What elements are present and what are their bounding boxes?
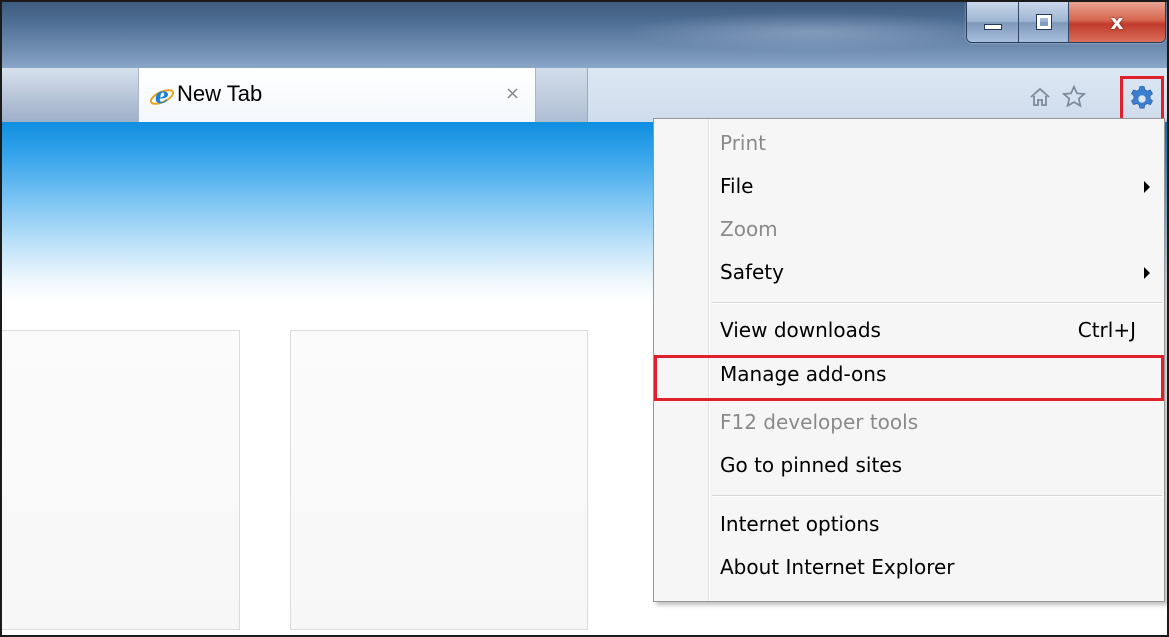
menu-item-label: About Internet Explorer bbox=[720, 555, 955, 579]
close-icon: x bbox=[1110, 10, 1124, 34]
tab-close-icon[interactable]: × bbox=[505, 83, 520, 104]
menu-item-label: Go to pinned sites bbox=[720, 453, 903, 477]
menu-separator bbox=[712, 495, 1162, 497]
menu-item-label: Internet options bbox=[720, 512, 880, 536]
tab-new-tab[interactable]: e New Tab × bbox=[138, 68, 536, 124]
menu-item-about-internet-explorer[interactable]: About Internet Explorer bbox=[654, 549, 1164, 589]
menu-item-go-to-pinned-sites[interactable]: Go to pinned sites bbox=[654, 447, 1164, 487]
menu-item-label: File bbox=[720, 174, 754, 198]
menu-item-print[interactable]: Print bbox=[654, 125, 1164, 165]
tools-menu: Print File Zoom Safety View downloads Ct… bbox=[653, 118, 1165, 602]
home-button[interactable] bbox=[1026, 83, 1054, 111]
menu-item-file[interactable]: File bbox=[654, 168, 1164, 208]
menu-item-label: Zoom bbox=[720, 217, 778, 241]
command-icons bbox=[1026, 80, 1088, 114]
maximize-icon bbox=[1035, 14, 1052, 30]
frequent-site-tile[interactable] bbox=[2, 330, 240, 630]
tools-gear-icon bbox=[1131, 86, 1153, 109]
close-button[interactable]: x bbox=[1069, 2, 1165, 42]
menu-item-internet-options[interactable]: Internet options bbox=[654, 506, 1164, 546]
menu-item-label: Safety bbox=[720, 260, 784, 284]
tools-button[interactable] bbox=[1120, 76, 1164, 122]
tab-title: New Tab bbox=[177, 81, 263, 106]
window-controls: x bbox=[966, 2, 1166, 43]
frequent-site-tile[interactable] bbox=[290, 330, 588, 630]
home-icon bbox=[1030, 87, 1050, 106]
submenu-arrow-icon bbox=[1144, 181, 1150, 193]
menu-item-view-downloads[interactable]: View downloads Ctrl+J bbox=[654, 312, 1164, 352]
menu-item-label: Print bbox=[720, 131, 767, 155]
menu-item-manage-add-ons[interactable]: Manage add-ons bbox=[654, 355, 1164, 401]
menu-item-label: View downloads bbox=[720, 318, 881, 342]
menu-item-safety[interactable]: Safety bbox=[654, 254, 1164, 294]
menu-item-label: F12 developer tools bbox=[720, 410, 919, 434]
minimize-icon bbox=[983, 24, 1002, 30]
menu-item-zoom[interactable]: Zoom bbox=[654, 211, 1164, 251]
favorites-button[interactable] bbox=[1060, 83, 1088, 111]
menu-item-shortcut: Ctrl+J bbox=[1077, 318, 1136, 342]
tab-previous[interactable] bbox=[2, 68, 139, 122]
title-bar: x bbox=[2, 2, 1167, 68]
menu-item-label: Manage add-ons bbox=[720, 362, 887, 386]
maximize-button[interactable] bbox=[1019, 2, 1069, 42]
submenu-arrow-icon bbox=[1144, 267, 1150, 279]
favorites-star-icon bbox=[1061, 84, 1087, 108]
menu-separator bbox=[712, 302, 1162, 304]
ie-logo-icon: e bbox=[149, 83, 175, 109]
menu-item-f12-developer-tools[interactable]: F12 developer tools bbox=[654, 404, 1164, 444]
title-bar-glow bbox=[622, 12, 1002, 52]
svg-text:e: e bbox=[155, 83, 169, 109]
new-tab-button[interactable] bbox=[536, 68, 588, 122]
minimize-button[interactable] bbox=[967, 2, 1019, 42]
browser-window: x e New Tab × Print File Zoom Safety Vie… bbox=[0, 0, 1169, 637]
